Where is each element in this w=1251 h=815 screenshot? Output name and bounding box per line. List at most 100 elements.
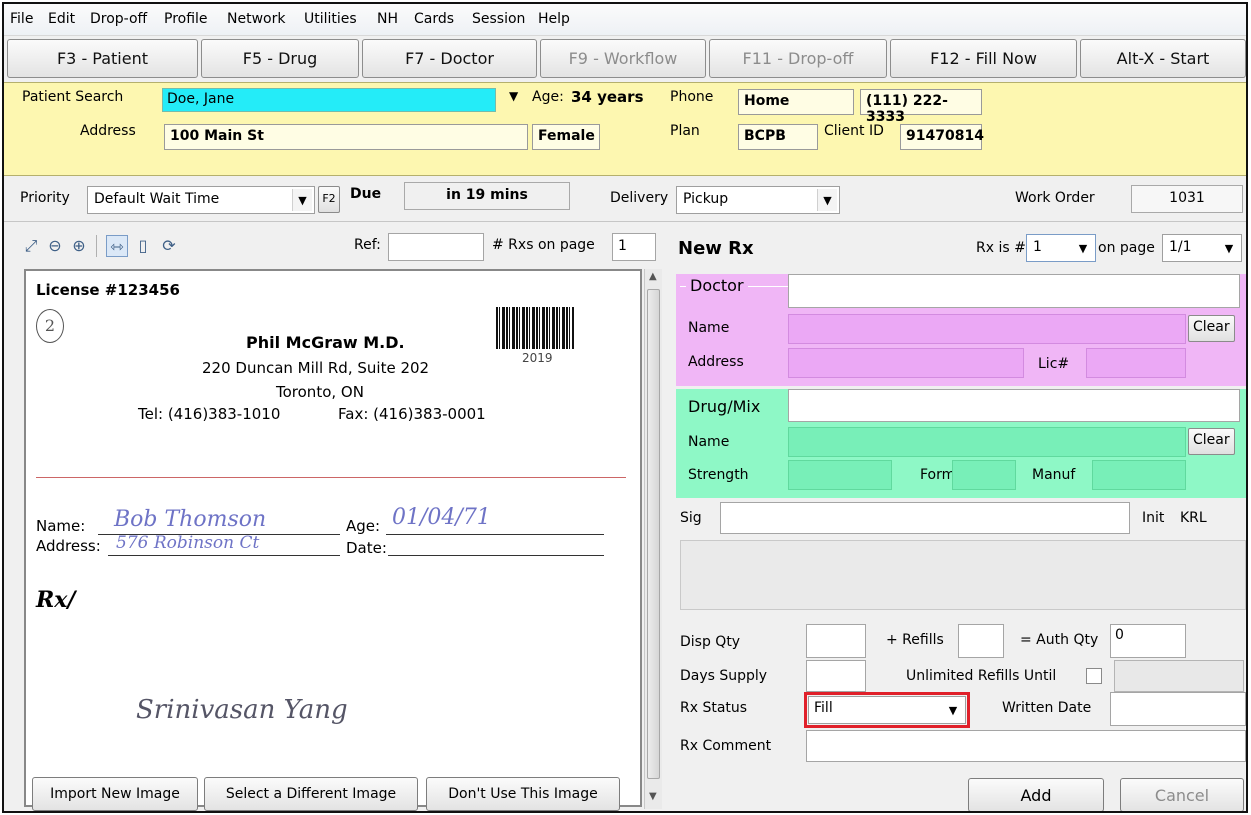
client-id-label: Client ID [824,123,884,139]
phone-number-field[interactable]: (111) 222-3333 [860,89,982,125]
rx-number-select[interactable]: 1 ▼ [1026,234,1096,262]
fit-page-icon[interactable]: ▯ [132,235,154,257]
separator-line [36,477,626,478]
age-label: Age: [532,89,564,105]
delivery-select[interactable]: Pickup ▼ [676,186,840,214]
written-date-input[interactable] [1110,692,1246,726]
menu-cards[interactable]: Cards [414,11,454,27]
client-id-field[interactable]: 91470814 [900,124,984,150]
expand-icon[interactable]: ⤢ [20,235,42,257]
workflow-button[interactable]: F9 - Workflow [540,39,706,78]
doctor-clear-button[interactable]: Clear [1188,315,1235,342]
patient-search-label: Patient Search [22,89,124,105]
phone-type-field[interactable]: Home [738,89,854,115]
work-order-value: 1031 [1169,190,1205,206]
doctor-name-label: Name [688,320,730,336]
doctor-button[interactable]: F7 - Doctor [362,39,537,78]
signature: Srinivasan Yang [136,695,348,725]
import-image-button[interactable]: Import New Image [32,777,198,811]
delivery-label: Delivery [610,190,669,206]
menu-network[interactable]: Network [227,11,285,27]
menu-edit[interactable]: Edit [48,11,75,27]
due-value: in 19 mins [446,187,528,203]
ref-input[interactable] [388,233,484,261]
work-order-field: 1031 [1131,185,1243,213]
menu-dropoff[interactable]: Drop-off [90,11,147,27]
menu-file[interactable]: File [10,11,33,27]
form-label: Form [920,467,956,483]
unlimited-refills-date[interactable] [1114,660,1244,692]
rxs-on-page-value: 1 [618,238,627,254]
refills-label: + Refills [886,632,944,648]
doctor-lic-field[interactable] [1086,348,1186,378]
start-button[interactable]: Alt-X - Start [1080,39,1246,78]
rotate-icon[interactable]: ⟳ [158,235,180,257]
rx-age-label: Age: [346,517,381,535]
rxs-on-page-input[interactable]: 1 [612,233,656,261]
doctor-address-field[interactable] [788,348,1024,378]
auth-qty-input[interactable]: 0 [1110,624,1186,658]
menu-profile[interactable]: Profile [164,11,208,27]
sig-input[interactable] [720,502,1130,534]
drug-name-field[interactable] [788,427,1186,457]
menu-nh[interactable]: NH [377,11,398,27]
rx-status-select[interactable]: Fill ▼ [808,696,966,724]
dropoff-button[interactable]: F11 - Drop-off [709,39,887,78]
rx-comment-input[interactable] [806,730,1246,762]
menu-utilities[interactable]: Utilities [304,11,357,27]
refills-input[interactable] [958,624,1004,658]
days-supply-label: Days Supply [680,668,768,684]
init-value: KRL [1180,510,1207,526]
prescription-image: License #123456 2 2019 Phil McGraw M.D. … [24,269,642,807]
f2-button[interactable]: F2 [318,186,340,213]
rxs-on-page-label: # Rxs on page [492,237,595,253]
age-underline [386,534,604,535]
fill-now-button[interactable]: F12 - Fill Now [890,39,1077,78]
address-field[interactable]: 100 Main St [164,124,528,150]
on-page-select[interactable]: 1/1 ▼ [1162,234,1242,262]
work-order-label: Work Order [1015,190,1095,206]
rx-status-label: Rx Status [680,700,748,716]
zoom-in-icon[interactable]: ⊕ [68,235,90,257]
scroll-thumb[interactable] [647,289,660,779]
rx-comment-label: Rx Comment [680,738,772,754]
drug-name-label: Name [688,434,730,450]
dont-use-image-button[interactable]: Don't Use This Image [426,777,620,811]
drug-button[interactable]: F5 - Drug [201,39,359,78]
menu-help[interactable]: Help [538,11,570,27]
scroll-up-icon[interactable]: ▲ [649,271,657,282]
patient-search-input[interactable]: Doe, Jane [162,88,496,112]
unlimited-refills-checkbox[interactable] [1086,668,1102,684]
fit-width-icon[interactable]: ⇿ [106,235,128,257]
plan-field[interactable]: BCPB [738,124,818,150]
zoom-out-icon[interactable]: ⊖ [44,235,66,257]
patient-search-dropdown-icon[interactable]: ▼ [509,89,518,103]
cancel-button[interactable]: Cancel [1120,778,1244,811]
disp-qty-input[interactable] [806,624,866,658]
days-supply-input[interactable] [806,660,866,692]
doctor-name-field[interactable] [788,314,1186,344]
disp-qty-label: Disp Qty [680,634,741,650]
gender-field[interactable]: Female [532,124,600,150]
strength-field[interactable] [788,460,892,490]
add-button[interactable]: Add [968,778,1104,811]
doctor-section: Doctor Name Clear Address Lic# [676,274,1246,386]
drug-search-input[interactable] [788,389,1240,422]
image-scrollbar[interactable]: ▲ ▼ [644,269,662,809]
delivery-value: Pickup [683,191,729,207]
strength-label: Strength [688,467,749,483]
manuf-field[interactable] [1092,460,1186,490]
scroll-down-icon[interactable]: ▼ [649,791,657,802]
form-field[interactable] [952,460,1016,490]
priority-select[interactable]: Default Wait Time ▼ [87,186,315,214]
drug-clear-button[interactable]: Clear [1188,428,1235,455]
select-image-button[interactable]: Select a Different Image [204,777,418,811]
address-underline [108,555,340,556]
patient-button[interactable]: F3 - Patient [7,39,198,78]
auth-qty-value: 0 [1115,627,1124,643]
chevron-down-icon: ▼ [1078,241,1088,255]
drug-section-title: Drug/Mix [688,397,761,416]
menu-session[interactable]: Session [472,11,525,27]
doctor-search-input[interactable] [788,274,1240,308]
plan-value: BCPB [744,128,786,144]
